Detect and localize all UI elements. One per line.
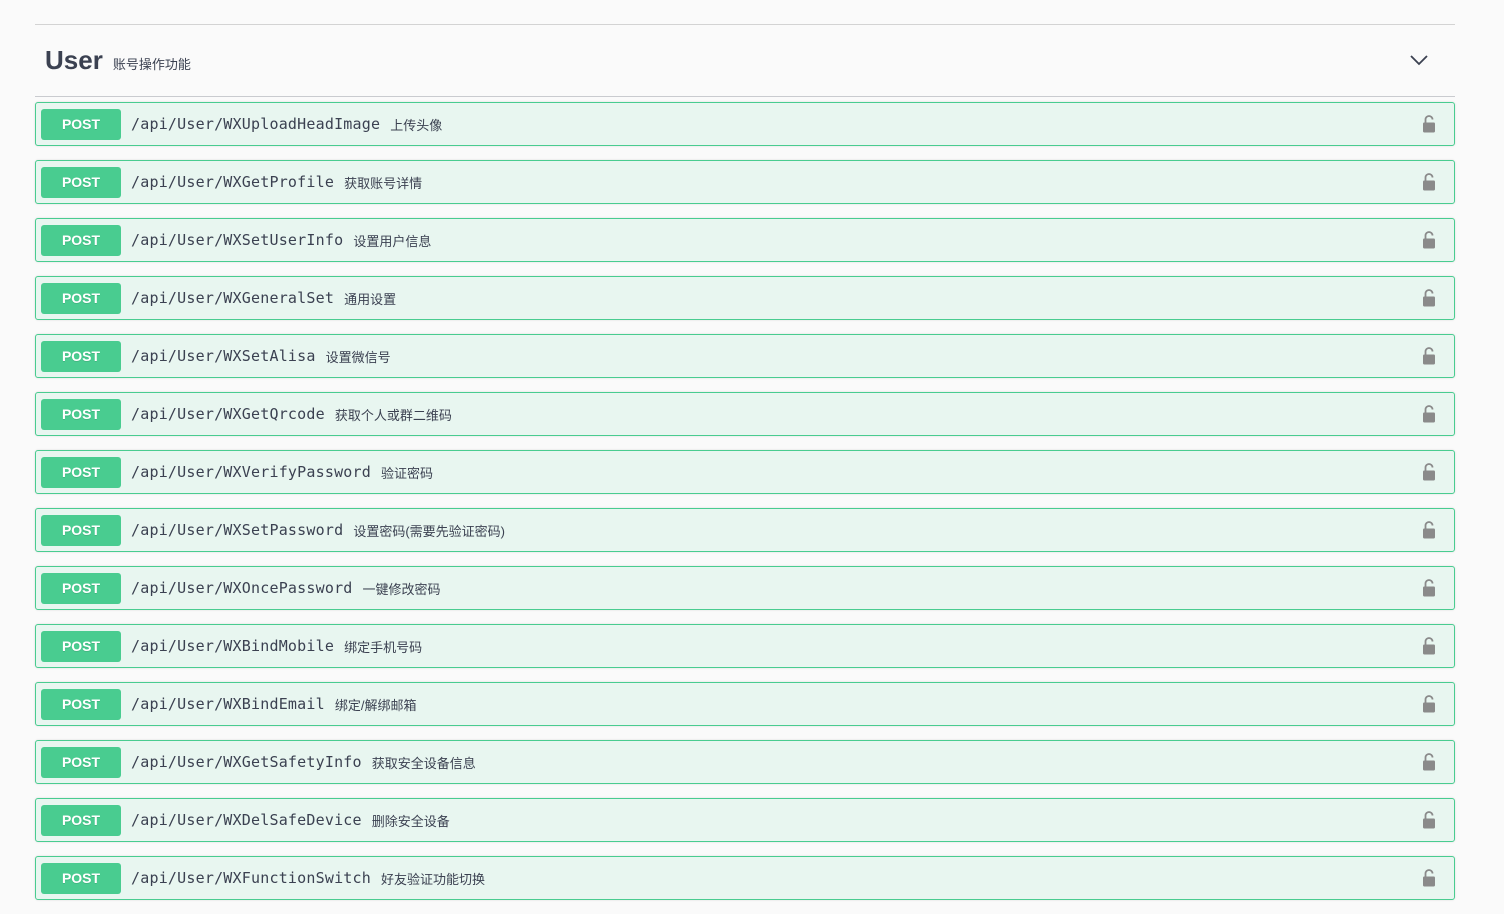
lock-icon[interactable] xyxy=(1422,230,1436,250)
operation-row[interactable]: POST /api/User/WXSetUserInfo 设置用户信息 xyxy=(35,218,1455,262)
operation-summary: 获取账号详情 xyxy=(344,175,423,191)
operation-row[interactable]: POST /api/User/WXGeneralSet 通用设置 xyxy=(35,276,1455,320)
operation-summary: 好友验证功能切换 xyxy=(381,871,486,887)
operation-row[interactable]: POST /api/User/WXSetAlisa 设置微信号 xyxy=(35,334,1455,378)
tag-section-header-user[interactable]: User 账号操作功能 xyxy=(35,25,1455,97)
operation-summary: 一键修改密码 xyxy=(362,581,441,597)
operation-row[interactable]: POST /api/User/WXOncePassword 一键修改密码 xyxy=(35,566,1455,610)
method-badge: POST xyxy=(41,746,121,778)
operation-summary: 设置密码(需要先验证密码) xyxy=(353,523,505,539)
operation-summary: 上传头像 xyxy=(390,117,443,133)
lock-icon[interactable] xyxy=(1422,752,1436,772)
lock-icon[interactable] xyxy=(1422,346,1436,366)
method-badge: POST xyxy=(41,572,121,604)
operation-path: /api/User/WXOncePassword xyxy=(131,579,353,597)
method-badge: POST xyxy=(41,514,121,546)
method-badge: POST xyxy=(41,108,121,140)
operation-path: /api/User/WXSetUserInfo xyxy=(131,231,344,249)
operation-summary: 通用设置 xyxy=(344,291,397,307)
lock-icon[interactable] xyxy=(1422,172,1436,192)
operation-row[interactable]: POST /api/User/WXSetPassword 设置密码(需要先验证密… xyxy=(35,508,1455,552)
operation-path: /api/User/WXBindEmail xyxy=(131,695,325,713)
operation-summary: 绑定/解绑邮箱 xyxy=(334,697,417,713)
operation-path: /api/User/WXSetPassword xyxy=(131,521,344,539)
operation-path: /api/User/WXGetQrcode xyxy=(131,405,325,423)
operation-path: /api/User/WXGeneralSet xyxy=(131,289,335,307)
operation-path: /api/User/WXDelSafeDevice xyxy=(131,811,362,829)
method-badge: POST xyxy=(41,630,121,662)
method-badge: POST xyxy=(41,804,121,836)
operation-row[interactable]: POST /api/User/WXVerifyPassword 验证密码 xyxy=(35,450,1455,494)
lock-icon[interactable] xyxy=(1422,578,1436,598)
operation-summary: 设置微信号 xyxy=(325,349,391,365)
lock-icon[interactable] xyxy=(1422,636,1436,656)
lock-icon[interactable] xyxy=(1422,288,1436,308)
operation-summary: 设置用户信息 xyxy=(353,233,432,249)
operation-path: /api/User/WXVerifyPassword xyxy=(131,463,371,481)
method-badge: POST xyxy=(41,456,121,488)
lock-icon[interactable] xyxy=(1422,520,1436,540)
operation-path: /api/User/WXGetSafetyInfo xyxy=(131,753,362,771)
operation-row[interactable]: POST /api/User/WXGetQrcode 获取个人或群二维码 xyxy=(35,392,1455,436)
method-badge: POST xyxy=(41,398,121,430)
operation-summary: 删除安全设备 xyxy=(371,813,450,829)
lock-icon[interactable] xyxy=(1422,404,1436,424)
operation-path: /api/User/WXUploadHeadImage xyxy=(131,115,381,133)
operation-row[interactable]: POST /api/User/WXUploadHeadImage 上传头像 xyxy=(35,102,1455,146)
operation-summary: 绑定手机号码 xyxy=(344,639,423,655)
operation-row[interactable]: POST /api/User/WXBindMobile 绑定手机号码 xyxy=(35,624,1455,668)
operations-list: POST /api/User/WXUploadHeadImage 上传头像 PO… xyxy=(35,102,1455,914)
operation-path: /api/User/WXSetAlisa xyxy=(131,347,316,365)
method-badge: POST xyxy=(41,862,121,894)
operation-path: /api/User/WXFunctionSwitch xyxy=(131,869,371,887)
lock-icon[interactable] xyxy=(1422,114,1436,134)
operation-row[interactable]: POST /api/User/WXBindEmail 绑定/解绑邮箱 xyxy=(35,682,1455,726)
operation-path: /api/User/WXGetProfile xyxy=(131,173,335,191)
operation-summary: 获取个人或群二维码 xyxy=(334,407,452,423)
method-badge: POST xyxy=(41,282,121,314)
tag-description: 账号操作功能 xyxy=(112,57,191,72)
operation-path: /api/User/WXBindMobile xyxy=(131,637,335,655)
method-badge: POST xyxy=(41,224,121,256)
operation-summary: 验证密码 xyxy=(381,465,434,481)
operation-row[interactable]: POST /api/User/WXDelSafeDevice 删除安全设备 xyxy=(35,798,1455,842)
tag-title: User xyxy=(45,45,103,75)
method-badge: POST xyxy=(41,166,121,198)
operation-row[interactable]: POST /api/User/WXGetSafetyInfo 获取安全设备信息 xyxy=(35,740,1455,784)
method-badge: POST xyxy=(41,340,121,372)
operation-summary: 获取安全设备信息 xyxy=(371,755,476,771)
lock-icon[interactable] xyxy=(1422,810,1436,830)
lock-icon[interactable] xyxy=(1422,694,1436,714)
chevron-down-icon[interactable] xyxy=(1409,53,1429,67)
lock-icon[interactable] xyxy=(1422,462,1436,482)
lock-icon[interactable] xyxy=(1422,868,1436,888)
operation-row[interactable]: POST /api/User/WXGetProfile 获取账号详情 xyxy=(35,160,1455,204)
operation-row[interactable]: POST /api/User/WXFunctionSwitch 好友验证功能切换 xyxy=(35,856,1455,900)
method-badge: POST xyxy=(41,688,121,720)
